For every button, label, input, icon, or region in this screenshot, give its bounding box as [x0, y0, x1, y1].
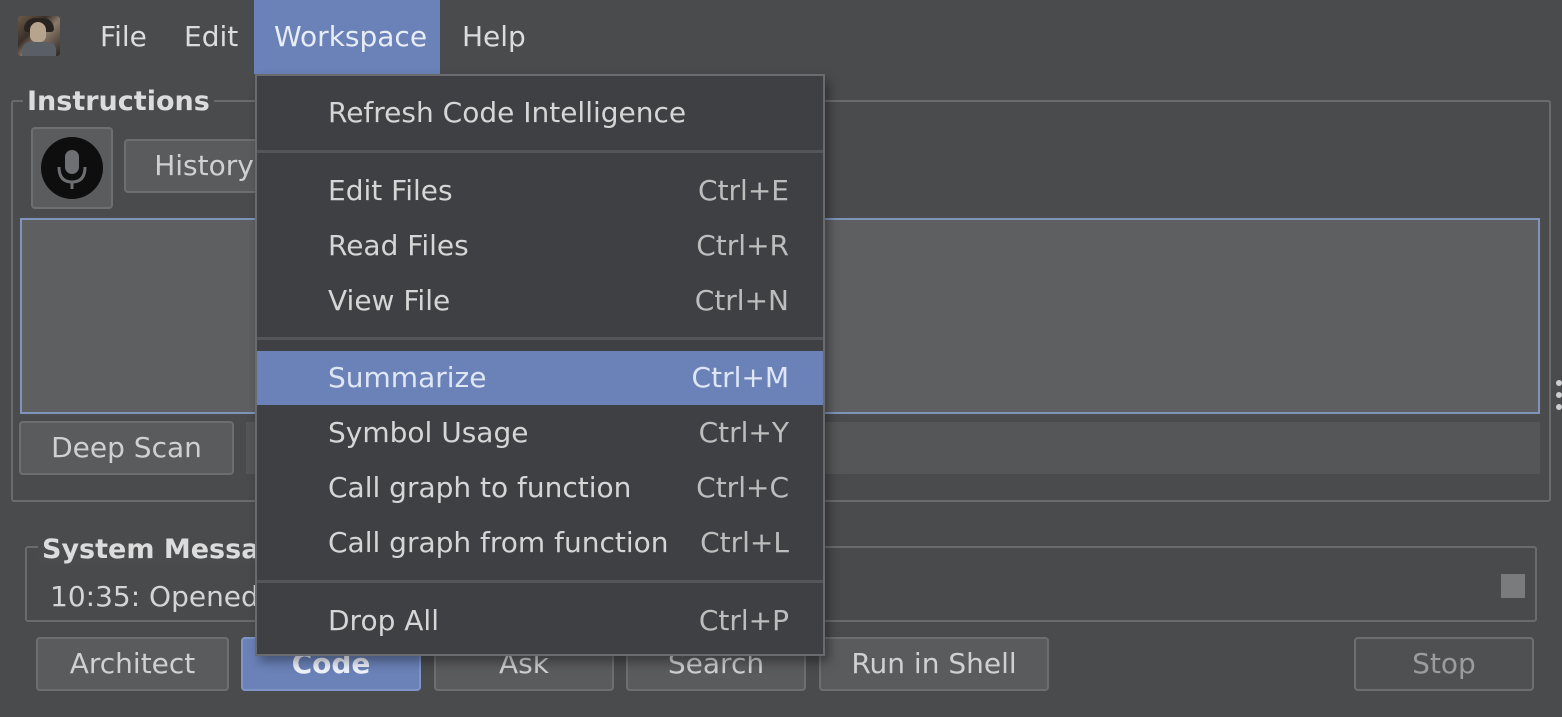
deep-scan-label: Deep Scan: [51, 431, 202, 464]
menu-item-summarize[interactable]: Summarize Ctrl+M: [257, 351, 823, 405]
menu-file[interactable]: File: [80, 0, 167, 74]
menu-edit[interactable]: Edit: [164, 0, 258, 74]
run-in-shell-button[interactable]: Run in Shell: [819, 637, 1049, 691]
menu-item-call-graph-from-function[interactable]: Call graph from function Ctrl+L: [257, 516, 823, 570]
menu-item-shortcut: Ctrl+C: [696, 471, 789, 504]
menu-item-label: Refresh Code Intelligence: [328, 96, 687, 129]
app-logo-icon: [18, 16, 60, 56]
menu-item-label: View File: [328, 284, 451, 317]
menu-item-drop-all[interactable]: Drop All Ctrl+P: [257, 594, 823, 648]
architect-button[interactable]: Architect: [36, 637, 229, 691]
menu-item-shortcut: Ctrl+M: [691, 361, 789, 394]
menu-item-shortcut: Ctrl+E: [698, 174, 789, 207]
menu-separator: [257, 150, 823, 153]
menu-workspace[interactable]: Workspace: [254, 0, 440, 74]
menu-item-shortcut: Ctrl+R: [696, 229, 789, 262]
architect-label: Architect: [69, 647, 196, 680]
menu-item-label: Summarize: [328, 361, 487, 394]
microphone-button[interactable]: [31, 127, 113, 209]
menu-bar: File Edit Workspace Help: [0, 0, 1562, 74]
scrollbar-thumb[interactable]: [1501, 574, 1525, 598]
menu-separator: [257, 337, 823, 340]
menu-item-label: Symbol Usage: [328, 416, 529, 449]
run-in-shell-label: Run in Shell: [851, 647, 1017, 680]
menu-item-label: Call graph from function: [328, 526, 669, 559]
history-label: History: [154, 149, 254, 182]
system-message-line: 10:35: Opened r: [50, 580, 280, 613]
menu-item-label: Call graph to function: [328, 471, 632, 504]
menu-item-call-graph-to-function[interactable]: Call graph to function Ctrl+C: [257, 461, 823, 515]
menu-item-shortcut: Ctrl+N: [694, 284, 789, 317]
splitter-handle[interactable]: [1556, 380, 1562, 420]
menu-item-read-files[interactable]: Read Files Ctrl+R: [257, 219, 823, 273]
workspace-dropdown-menu: Refresh Code Intelligence Edit Files Ctr…: [255, 74, 825, 656]
menu-item-refresh-code-intelligence[interactable]: Refresh Code Intelligence: [257, 86, 823, 140]
stop-button[interactable]: Stop: [1354, 637, 1534, 691]
menu-help[interactable]: Help: [442, 0, 546, 74]
menu-item-label: Drop All: [328, 604, 439, 637]
menu-item-shortcut: Ctrl+P: [698, 604, 789, 637]
menu-item-label: Read Files: [328, 229, 469, 262]
menu-item-symbol-usage[interactable]: Symbol Usage Ctrl+Y: [257, 406, 823, 460]
instructions-title: Instructions: [23, 86, 214, 117]
menu-item-shortcut: Ctrl+Y: [698, 416, 789, 449]
microphone-icon: [41, 137, 103, 199]
menu-item-shortcut: Ctrl+L: [700, 526, 789, 559]
menu-item-edit-files[interactable]: Edit Files Ctrl+E: [257, 164, 823, 218]
menu-item-label: Edit Files: [328, 174, 453, 207]
system-messages-title: System Messag: [38, 534, 283, 565]
deep-scan-button[interactable]: Deep Scan: [19, 421, 234, 475]
stop-label: Stop: [1412, 647, 1476, 680]
menu-separator: [257, 580, 823, 583]
menu-item-view-file[interactable]: View File Ctrl+N: [257, 274, 823, 328]
